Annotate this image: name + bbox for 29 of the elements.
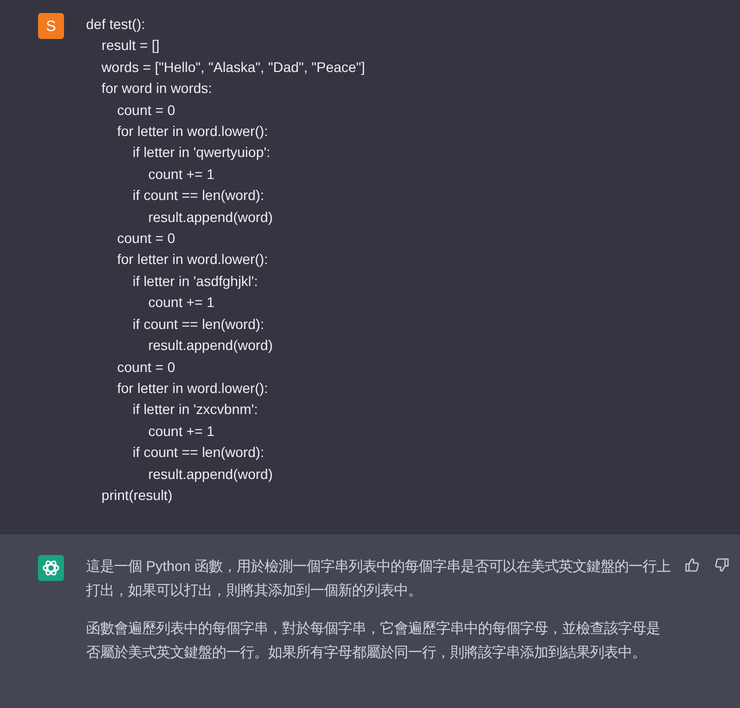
code-line: for word in words: <box>100 79 214 98</box>
code-line: if count == len(word): <box>132 314 266 334</box>
code-line: words = ["Hello", "Alaska", "Dad", "Peace"] <box>100 58 366 77</box>
answer-paragraph: 這是一個 Python 函數，用於檢測一個字串列表中的每個字串是否可以在美式英文鍵盤的一行上打出，如果可以打出，則將其添加到一個新的列表中。 <box>86 558 672 602</box>
code-line: def test(): <box>86 15 146 34</box>
code-line: count += 1 <box>147 422 216 441</box>
user-avatar: S <box>38 13 64 39</box>
code-line: count = 0 <box>116 358 176 376</box>
thumbs-down-icon[interactable] <box>714 557 730 574</box>
assistant-logo-icon <box>38 555 64 582</box>
code-line: for letter in word.lower(): <box>116 250 270 270</box>
code-line: result.append(word) <box>147 208 274 227</box>
answer-paragraph: 函數會遍歷列表中的每個字串，對於每個字串，它會遍歷字串中的每個字母，並檢查該字母是否屬於美式英文鍵盤的一行。如果所有字母都屬於同一行，則將該字串添加到結果列表中。 <box>86 620 661 664</box>
code-line: if letter in 'qwertyuiop': <box>132 143 272 162</box>
code-line: result.append(word) <box>147 464 274 484</box>
code-line: print(result) <box>100 486 174 505</box>
code-line: result.append(word) <box>147 336 274 356</box>
code-line: count += 1 <box>147 293 216 312</box>
code-line: if letter in 'asdfghjkl': <box>132 272 259 291</box>
code-line: for letter in word.lower(): <box>116 378 270 398</box>
code-line: if count == len(word): <box>132 186 266 206</box>
code-line: if letter in 'zxcvbnm': <box>132 400 259 420</box>
code-line: count = 0 <box>116 100 176 120</box>
code-line: if count == len(word): <box>132 443 266 462</box>
code-line: result = [] <box>100 36 161 56</box>
thumbs-up-icon[interactable] <box>684 557 700 574</box>
code-line: count += 1 <box>147 164 216 184</box>
code-line: count = 0 <box>116 229 176 248</box>
code-line: for letter in word.lower(): <box>116 122 270 142</box>
